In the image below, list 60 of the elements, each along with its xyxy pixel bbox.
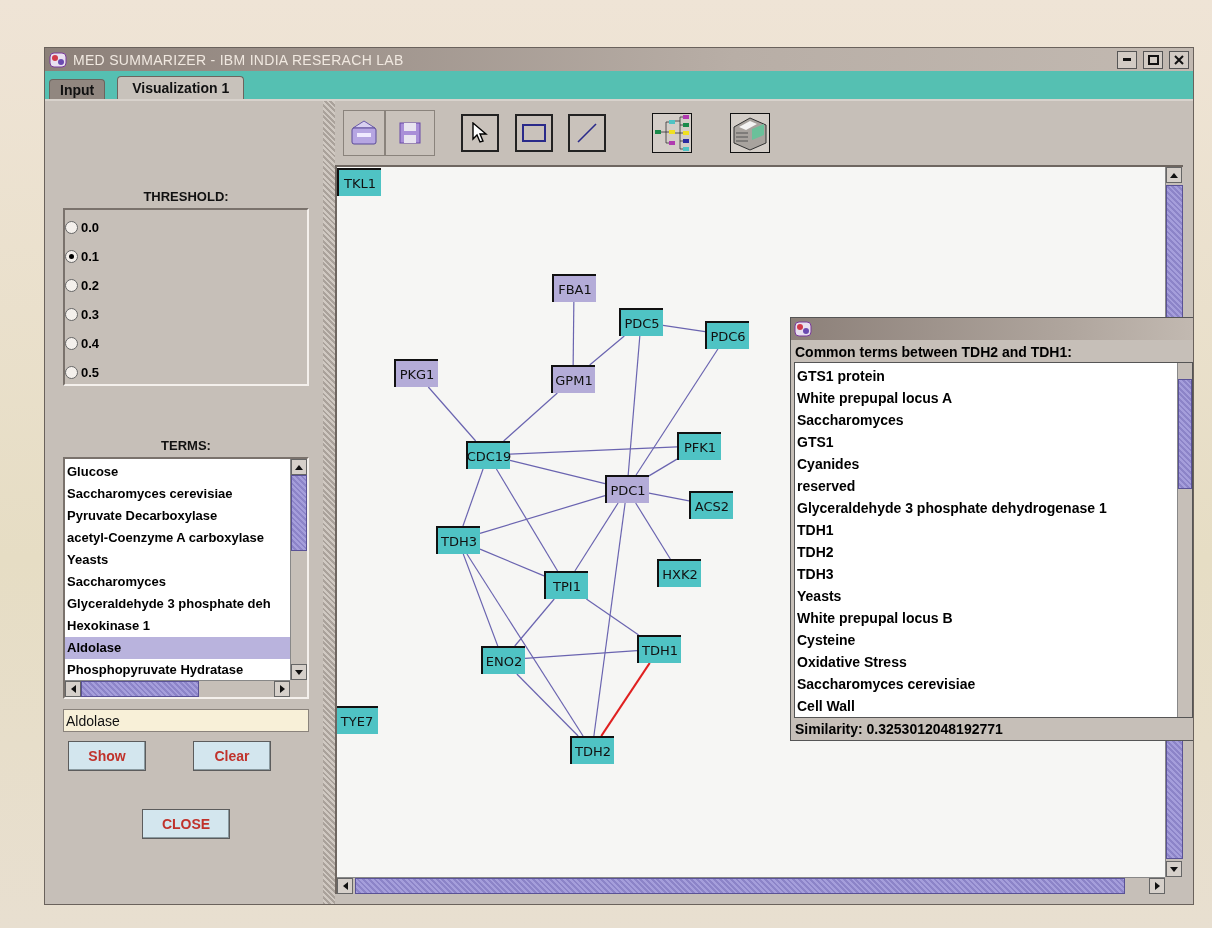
term-item[interactable]: GTS1: [795, 431, 1177, 453]
graph-node[interactable]: TKL1: [337, 168, 381, 196]
graph-node[interactable]: TYE7: [337, 706, 378, 734]
graph-node[interactable]: TDH3: [436, 526, 480, 554]
graph-node[interactable]: TPI1: [544, 571, 588, 599]
list-item[interactable]: Glucose: [65, 461, 290, 483]
graph-node[interactable]: TDH2: [570, 736, 614, 764]
term-item[interactable]: Oxidative Stress: [795, 651, 1177, 673]
list-item[interactable]: Glyceraldehyde 3 phosphate deh: [65, 593, 290, 615]
graph-node[interactable]: PKG1: [394, 359, 438, 387]
term-field[interactable]: Aldolase: [63, 709, 309, 732]
term-item[interactable]: Cysteine: [795, 629, 1177, 651]
term-item[interactable]: Yeasts: [795, 585, 1177, 607]
term-item[interactable]: Cyanides: [795, 453, 1177, 475]
graph-node[interactable]: ENO2: [481, 646, 525, 674]
similarity-label: Similarity: 0.3253012048192771: [794, 720, 1004, 739]
radio-label: 0.1: [81, 248, 100, 264]
term-item[interactable]: White prepupal locus B: [795, 607, 1177, 629]
term-item[interactable]: Saccharomyces cerevisiae: [795, 673, 1177, 695]
radio-label: 0.2: [81, 277, 100, 293]
radio-label: 0.3: [81, 306, 100, 322]
graph-node[interactable]: GPM1: [551, 365, 595, 393]
term-item[interactable]: White prepupal locus A: [795, 387, 1177, 409]
tab[interactable]: Visualization 1: [117, 76, 245, 99]
list-item[interactable]: Hexokinase 1: [65, 615, 290, 637]
term-item[interactable]: TDH2: [795, 541, 1177, 563]
window-title: MED SUMMARIZER - IBM INDIA RESERACH LAB: [73, 51, 405, 68]
action-button[interactable]: Clear: [193, 741, 271, 771]
list-item[interactable]: Saccharomyces cerevisiae: [65, 483, 290, 505]
list-item[interactable]: Aldolase: [65, 637, 290, 659]
list-item[interactable]: acetyl-Coenzyme A carboxylase: [65, 527, 290, 549]
list-item[interactable]: Yeasts: [65, 549, 290, 571]
term-item[interactable]: reserved: [795, 475, 1177, 497]
threshold-label: THRESHOLD:: [142, 189, 230, 204]
graph-node[interactable]: TDH1: [637, 635, 681, 663]
radio-label: 0.4: [81, 335, 100, 351]
term-item[interactable]: Glyceraldehyde 3 phosphate dehydrogenase 1: [795, 497, 1177, 519]
dialog-heading: Common terms between TDH2 and TDH1:: [794, 343, 1073, 362]
terms-label: TERMS:: [160, 438, 212, 453]
list-item[interactable]: Pyruvate Decarboxylase: [65, 505, 290, 527]
term-item[interactable]: Saccharomyces: [795, 409, 1177, 431]
term-item[interactable]: TDH3: [795, 563, 1177, 585]
action-button[interactable]: Show: [68, 741, 146, 771]
graph-node[interactable]: PDC6: [705, 321, 749, 349]
term-item[interactable]: GTS1 protein: [795, 365, 1177, 387]
graph-node[interactable]: HXK2: [657, 559, 701, 587]
graph-node[interactable]: ACS2: [689, 491, 733, 519]
radio-label: 0.0: [81, 219, 100, 235]
tab[interactable]: Input: [49, 79, 106, 99]
list-item[interactable]: Saccharomyces: [65, 571, 290, 593]
term-item[interactable]: Cell Wall: [795, 695, 1177, 717]
close-panel-button[interactable]: CLOSE: [142, 809, 230, 839]
list-item[interactable]: Phosphopyruvate Hydratase: [65, 659, 290, 680]
graph-node[interactable]: PDC5: [619, 308, 663, 336]
graph-node[interactable]: FBA1: [552, 274, 596, 302]
graph-node[interactable]: PDC1: [605, 475, 649, 503]
radio-label: 0.5: [81, 364, 100, 380]
term-item[interactable]: TDH1: [795, 519, 1177, 541]
graph-node[interactable]: PFK1: [677, 432, 721, 460]
graph-node[interactable]: CDC19: [466, 441, 510, 469]
